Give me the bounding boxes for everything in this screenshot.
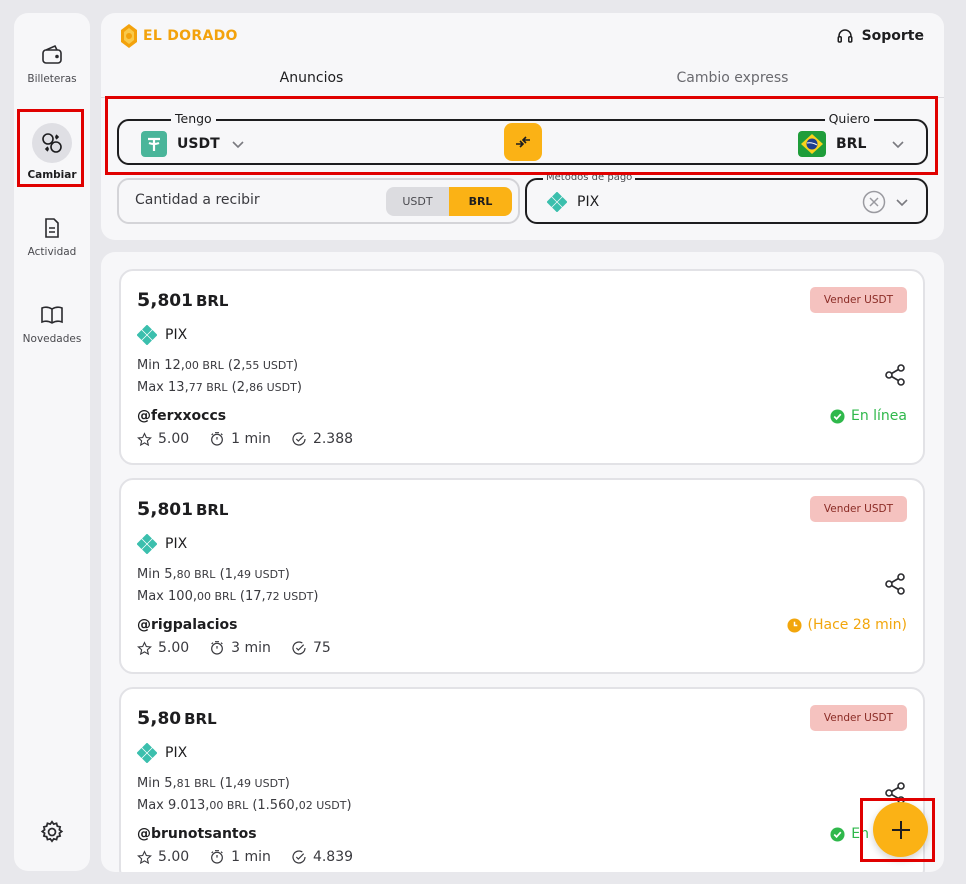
offer-user[interactable]: @rigpalacios — [137, 617, 238, 633]
offer-user[interactable]: @brunotsantos — [137, 826, 257, 842]
highlight-cambiar — [17, 109, 84, 187]
book-icon — [41, 306, 63, 324]
sell-badge: Vender USDT — [809, 496, 907, 522]
wallet-icon — [42, 44, 62, 64]
amount-input[interactable]: Cantidad a recibir USDT BRL — [117, 178, 520, 224]
clear-icon[interactable] — [862, 190, 886, 214]
check-circle-icon — [830, 826, 845, 842]
amount-placeholder: Cantidad a recibir — [135, 192, 260, 208]
logo-icon — [121, 24, 137, 48]
toggle-brl[interactable]: BRL — [449, 187, 512, 216]
offer-price: 5,801 BRL — [137, 289, 229, 311]
settings-button[interactable] — [39, 819, 65, 849]
clock-icon — [787, 617, 802, 633]
offer-min: Min 12,00 BRL (2,55 USDT) — [137, 358, 299, 373]
offers-list: 5,801 BRL Vender USDT PIX Min 12,00 BRL (… — [101, 252, 944, 872]
support-link[interactable]: Soporte — [836, 27, 924, 45]
headset-icon — [837, 29, 853, 43]
payment-method-select[interactable]: Métodos de pago PIX — [525, 172, 928, 224]
sidebar-item-billeteras[interactable]: Billeteras — [14, 43, 90, 85]
sell-badge: Vender USDT — [809, 287, 907, 313]
pix-icon — [137, 534, 157, 554]
offer-card[interactable]: 5,80 BRL Vender USDT PIX Min 5,81 BRL (1,… — [119, 687, 925, 872]
offer-user[interactable]: @ferxxoccs — [137, 408, 226, 424]
brand-name: EL DORADO — [143, 28, 238, 44]
sidebar-item-label: Billeteras — [27, 73, 77, 85]
offer-stats: 5.00 3 min 75 — [137, 640, 331, 656]
offer-limits: Min 5,80 BRL (1,49 USDT) Max 100,00 BRL … — [137, 564, 318, 608]
offer-stats: 5.00 1 min 4.839 — [137, 849, 353, 865]
sell-badge: Vender USDT — [809, 705, 907, 731]
pix-icon — [547, 192, 567, 212]
sidebar-item-novedades[interactable]: Novedades — [14, 303, 90, 345]
check-icon — [292, 641, 306, 655]
timer-icon — [211, 432, 224, 446]
tab-bar: Anuncios Cambio express — [101, 68, 944, 98]
chevron-down-icon[interactable] — [894, 194, 910, 210]
check-icon — [292, 432, 306, 446]
payment-method-value: PIX — [577, 194, 600, 210]
timer-icon — [211, 641, 224, 655]
sidebar-item-actividad[interactable]: Actividad — [14, 216, 90, 258]
offer-card[interactable]: 5,801 BRL Vender USDT PIX Min 5,80 BRL (1… — [119, 478, 925, 674]
offer-min: Min 5,81 BRL (1,49 USDT) — [137, 776, 290, 791]
offer-min: Min 5,80 BRL (1,49 USDT) — [137, 567, 290, 582]
share-icon[interactable] — [883, 363, 907, 387]
highlight-add-button — [860, 798, 935, 862]
document-icon — [45, 218, 59, 238]
offer-payment-method: PIX — [137, 534, 187, 554]
status-badge: (Hace 28 min) — [787, 617, 907, 633]
pix-icon — [137, 325, 157, 345]
sidebar-item-label: Novedades — [22, 333, 82, 345]
highlight-currency-selector — [105, 96, 938, 175]
tab-anuncios[interactable]: Anuncios — [101, 68, 522, 88]
offer-max: Max 100,00 BRL (17,72 USDT) — [137, 589, 319, 604]
check-icon — [292, 850, 306, 864]
offer-stats: 5.00 1 min 2.388 — [137, 431, 353, 447]
tab-cambio-express[interactable]: Cambio express — [522, 68, 943, 88]
amount-currency-toggle[interactable]: USDT BRL — [386, 187, 512, 216]
star-icon — [137, 640, 152, 655]
status-badge: En línea — [830, 408, 907, 424]
offer-price: 5,80 BRL — [137, 707, 217, 729]
offer-price: 5,801 BRL — [137, 498, 229, 520]
offer-payment-method: PIX — [137, 743, 187, 763]
gear-icon — [40, 820, 64, 843]
star-icon — [137, 849, 152, 864]
support-label: Soporte — [861, 28, 924, 44]
offer-max: Max 13,77 BRL (2,86 USDT) — [137, 380, 302, 395]
star-icon — [137, 431, 152, 446]
sidebar-item-label: Actividad — [27, 246, 77, 258]
brand-logo: EL DORADO — [119, 23, 238, 49]
offer-payment-method: PIX — [137, 325, 187, 345]
offer-card[interactable]: 5,801 BRL Vender USDT PIX Min 12,00 BRL (… — [119, 269, 925, 465]
offer-limits: Min 5,81 BRL (1,49 USDT) Max 9.013,00 BR… — [137, 773, 352, 817]
share-icon[interactable] — [883, 572, 907, 596]
pix-icon — [137, 743, 157, 763]
check-circle-icon — [830, 408, 845, 424]
timer-icon — [211, 850, 224, 864]
offer-max: Max 9.013,00 BRL (1.560,02 USDT) — [137, 798, 352, 813]
offer-limits: Min 12,00 BRL (2,55 USDT) Max 13,77 BRL … — [137, 355, 302, 399]
toggle-usdt[interactable]: USDT — [386, 187, 449, 216]
